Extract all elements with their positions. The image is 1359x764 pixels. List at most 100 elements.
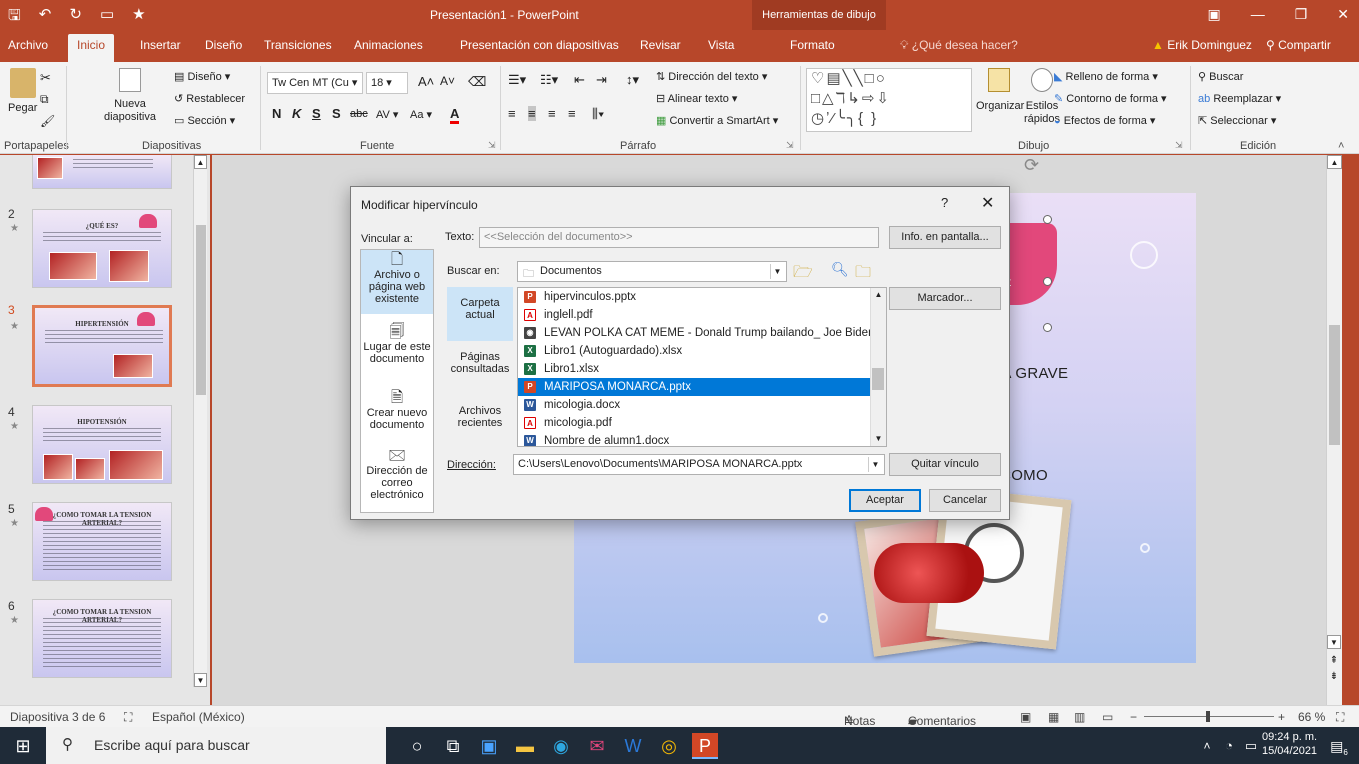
slide-sorter-icon[interactable]: ▦ (1048, 710, 1059, 724)
cancel-button[interactable]: Cancelar (929, 489, 1001, 512)
resize-handle[interactable] (1043, 277, 1052, 286)
thumbnail-slide-3[interactable]: HIPERTENSIÓN (32, 305, 172, 387)
font-size-combo[interactable]: 18 ▾ (366, 72, 408, 94)
numbering-icon[interactable]: ☷▾ (540, 72, 558, 88)
address-input[interactable]: C:\Users\Lenovo\Documents\MARIPOSA MONAR… (513, 454, 885, 475)
font-name-combo[interactable]: Tw Cen MT (Cu ▾ (267, 72, 363, 94)
scroll-down-icon[interactable]: ▼ (194, 673, 207, 687)
tell-me-box[interactable]: 💡︎ ¿Qué desea hacer? (900, 38, 1018, 53)
thumbnail-slide-1[interactable] (32, 155, 172, 189)
thumbnail-slide-5[interactable]: ¿COMO TOMAR LA TENSION ARTERIAL? (32, 502, 172, 581)
tab-presentacion[interactable]: Presentación con diapositivas (460, 38, 619, 52)
resize-handle[interactable] (1043, 215, 1052, 224)
list-item[interactable]: Wmicologia.docx (518, 396, 870, 414)
change-case-button[interactable]: Aa ▾ (410, 108, 432, 121)
user-account[interactable]: ▲ Erik Dominguez (1152, 38, 1252, 52)
zoom-out-icon[interactable]: − (1130, 710, 1137, 724)
arrange-button[interactable]: Organizar (976, 68, 1024, 112)
list-item[interactable]: X Libro1 (Autoguardado).xlsx (518, 342, 870, 360)
shape-outline-button[interactable]: ✎ Contorno de forma ▾ (1054, 92, 1167, 105)
browse-web-icon[interactable]: 🔍︎ (831, 261, 849, 278)
replace-button[interactable]: ab Reemplazar ▾ (1198, 92, 1281, 105)
decrease-indent-icon[interactable]: ⇤ (574, 72, 585, 88)
redo-icon[interactable]: ↻ (69, 5, 82, 30)
new-slide-button[interactable]: Nueva diapositiva (90, 68, 170, 124)
cortana-icon[interactable]: ○ (404, 733, 430, 759)
notification-icon[interactable]: ▤6 (1326, 733, 1352, 759)
shape-fill-button[interactable]: ◣ Relleno de forma ▾ (1054, 70, 1158, 83)
ok-button[interactable]: Aceptar (849, 489, 921, 512)
screentip-button[interactable]: Info. en pantalla... (889, 226, 1001, 249)
scroll-up-icon[interactable]: ▲ (1327, 155, 1342, 169)
share-button[interactable]: ⚲ Compartir (1266, 38, 1331, 52)
tab-diseno[interactable]: Diseño (205, 38, 242, 52)
canvas-scrollbar[interactable]: ▲ ▼ ⇞ ⇟ (1326, 155, 1342, 705)
align-left-icon[interactable]: ≡ (508, 106, 516, 121)
taskbar-clock[interactable]: 09:24 p. m. 15/04/2021 (1262, 730, 1317, 758)
scroll-down-icon[interactable]: ▼ (1327, 635, 1341, 649)
save-icon[interactable]: 🖫 (8, 5, 21, 30)
next-slide-icon[interactable]: ⇟ (1327, 671, 1341, 682)
font-color-button[interactable]: A (450, 106, 460, 124)
scroll-thumb[interactable] (1329, 325, 1340, 445)
align-center-icon[interactable]: ≡ (528, 106, 536, 121)
slideshow-icon[interactable]: ▭ (1102, 710, 1113, 724)
chrome-icon[interactable]: ◎ (656, 733, 682, 759)
reading-view-icon[interactable]: ▥ (1074, 710, 1085, 724)
restore-icon[interactable]: ❐ (1295, 6, 1308, 23)
windows-start-icon[interactable]: ⊞ (10, 733, 36, 759)
list-item-selected[interactable]: P MARIPOSA MONARCA.pptx (518, 378, 870, 396)
word-icon[interactable]: W (620, 733, 646, 759)
store-icon[interactable]: ▣ (476, 733, 502, 759)
rotate-handle-icon[interactable]: ⟳ (1024, 155, 1039, 176)
thumbnails-scrollbar[interactable]: ▲ ▼ (193, 155, 207, 687)
list-item[interactable]: Phipervinculos.pptx (518, 288, 870, 306)
bullets-icon[interactable]: ☰▾ (508, 72, 526, 88)
normal-view-icon[interactable]: ▣ (1020, 710, 1031, 724)
dialog-launcher-icon[interactable]: ⇲ (1175, 140, 1183, 151)
thumbnail-slide-4[interactable]: HIPOTENSIÓN (32, 405, 172, 484)
prev-slide-icon[interactable]: ⇞ (1327, 655, 1341, 666)
align-text-button[interactable]: ⊟ Alinear texto ▾ (656, 92, 737, 105)
list-item[interactable]: W Nombre de alumn1.docx (518, 432, 870, 446)
text-to-display-input[interactable]: <<Selección del documento>> (479, 227, 879, 248)
minimize-icon[interactable]: — (1251, 6, 1265, 23)
recent-files-button[interactable]: Archivos recientes (447, 399, 513, 443)
close-icon[interactable]: ✕ (1337, 6, 1349, 23)
tab-vista[interactable]: Vista (708, 38, 734, 52)
present-icon[interactable]: ▭ (100, 5, 114, 30)
list-item[interactable]: Amicologia.pdf (518, 414, 870, 432)
scroll-thumb[interactable] (196, 225, 206, 395)
scroll-up-icon[interactable]: ▲ (871, 288, 886, 302)
layout-button[interactable]: ▤ Diseño ▾ (174, 70, 230, 83)
spellcheck-icon[interactable]: ⛶ (124, 710, 132, 725)
grow-font-icon[interactable]: A˄ (418, 74, 434, 89)
tab-revisar[interactable]: Revisar (640, 38, 681, 52)
fit-slide-icon[interactable]: ⛶ (1336, 710, 1344, 725)
tab-insertar[interactable]: Insertar (140, 38, 181, 52)
tab-animaciones[interactable]: Animaciones (354, 38, 423, 52)
edge-icon[interactable]: ◉ (548, 733, 574, 759)
list-item[interactable]: X Libro1.xlsx (518, 360, 870, 378)
taskbar-search[interactable]: ⚲ Escribe aquí para buscar (46, 727, 386, 764)
section-button[interactable]: ▭ Sección ▾ (174, 114, 235, 127)
tab-inicio[interactable]: Inicio (68, 34, 115, 62)
current-folder-button[interactable]: Carpeta actual (447, 287, 513, 341)
task-view-icon[interactable]: ⧉ (440, 733, 466, 759)
up-folder-icon[interactable]: 🗁 (793, 261, 813, 288)
paste-button[interactable]: Pegar (8, 68, 37, 114)
shadow-button[interactable]: S (332, 106, 341, 121)
copy-icon[interactable]: ⧉ (40, 92, 49, 107)
look-in-combo[interactable]: 🗀 Documentos ▼ (517, 261, 787, 282)
scroll-up-icon[interactable]: ▲ (194, 155, 207, 169)
align-right-icon[interactable]: ≡ (548, 106, 556, 121)
zoom-level[interactable]: 66 % (1298, 710, 1325, 724)
ribbon-display-icon[interactable]: ▣ (1207, 6, 1220, 23)
list-item[interactable]: Ainglell.pdf (518, 306, 870, 324)
find-button[interactable]: ⚲ Buscar (1198, 70, 1243, 83)
tab-transiciones[interactable]: Transiciones (264, 38, 332, 52)
bookmark-button[interactable]: Marcador... (889, 287, 1001, 310)
file-list-scrollbar[interactable]: ▲ ▼ (870, 288, 886, 446)
language-indicator[interactable]: Español (México) (152, 710, 245, 724)
resize-handle[interactable] (1043, 323, 1052, 332)
